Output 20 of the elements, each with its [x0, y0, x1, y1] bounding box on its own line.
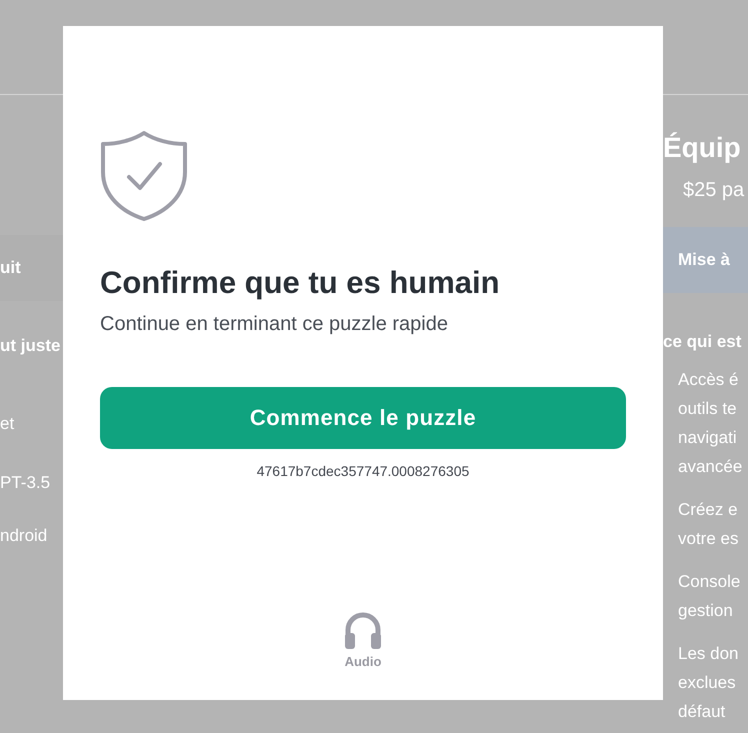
section-heading: ut juste: [0, 335, 62, 357]
feature-text: PT-3.5: [0, 472, 52, 494]
upgrade-button[interactable]: Mise à: [663, 227, 748, 293]
plan-price: $25 pa: [682, 178, 746, 203]
session-id: 47617b7cdec357747.0008276305: [256, 462, 470, 481]
feature-text: et: [0, 412, 16, 434]
headphones-icon: [344, 612, 382, 649]
feature-text: ndroid: [0, 524, 48, 546]
feature-text: Créez e votre es: [678, 498, 740, 550]
shield-check-icon: [100, 130, 188, 222]
start-puzzle-button[interactable]: Commence le puzzle: [100, 386, 626, 449]
plan-button[interactable]: uit: [0, 235, 63, 301]
feature-text: Console gestion: [678, 570, 742, 622]
section-heading: ce qui est: [663, 331, 742, 353]
feature-text: Les don exclues défaut: [678, 642, 740, 722]
plan-title: Équip: [663, 131, 742, 165]
feature-text: Accès é outils te navigati avancée: [678, 368, 744, 478]
dialog-title: Confirme que tu es humain: [100, 264, 501, 302]
dialog-subtitle: Continue en terminant ce puzzle rapide: [100, 312, 449, 337]
audio-button[interactable]: Audio: [344, 612, 382, 672]
